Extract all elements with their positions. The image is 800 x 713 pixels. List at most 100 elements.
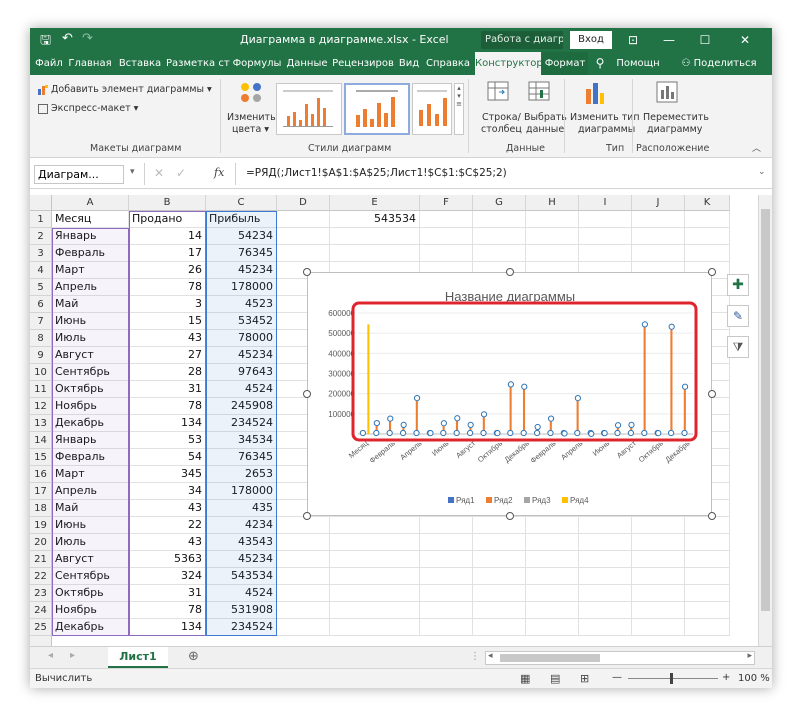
row-header[interactable]: 14: [30, 432, 52, 449]
cell-h2[interactable]: [526, 228, 579, 245]
cell-b19[interactable]: 22: [129, 517, 206, 534]
cell-f25[interactable]: [420, 619, 473, 636]
cell-j20[interactable]: [632, 534, 685, 551]
cell-i3[interactable]: [579, 245, 632, 262]
cell-a15[interactable]: Февраль: [52, 449, 129, 466]
cell-h3[interactable]: [526, 245, 579, 262]
row-header[interactable]: 6: [30, 296, 52, 313]
chart-resize-handle[interactable]: [303, 268, 311, 276]
series-selection-marker[interactable]: [561, 430, 568, 437]
cell-a1[interactable]: Месяц: [52, 211, 129, 228]
horizontal-scroll-thumb[interactable]: [500, 654, 600, 662]
legend-entry-ряд1[interactable]: Ряд1: [456, 496, 475, 505]
cell-a24[interactable]: Ноябрь: [52, 602, 129, 619]
cell-a14[interactable]: Январь: [52, 432, 129, 449]
series-selection-marker[interactable]: [547, 415, 555, 422]
zoom-out-button[interactable]: —: [612, 672, 622, 683]
cell-b4[interactable]: 26: [129, 262, 206, 279]
enter-icon[interactable]: ✓: [176, 166, 186, 180]
cell-h22[interactable]: [526, 568, 579, 585]
cell-b13[interactable]: 134: [129, 415, 206, 432]
cell-e1[interactable]: 543534: [330, 211, 420, 228]
cell-k24[interactable]: [685, 602, 730, 619]
cell-b15[interactable]: 54: [129, 449, 206, 466]
cell-c9[interactable]: 45234: [206, 347, 277, 364]
cell-c24[interactable]: 531908: [206, 602, 277, 619]
series-selection-marker[interactable]: [386, 429, 393, 437]
cell-a5[interactable]: Апрель: [52, 279, 129, 296]
select-data-label-2[interactable]: данные: [526, 124, 564, 135]
cell-b8[interactable]: 43: [129, 330, 206, 347]
normal-view-icon[interactable]: ▦: [520, 672, 530, 685]
select-data-label-1[interactable]: Выбрать: [524, 112, 567, 123]
change-chart-type-label-1[interactable]: Изменить тип: [570, 112, 640, 123]
cell-g25[interactable]: [473, 619, 526, 636]
column-header-i[interactable]: I: [579, 195, 632, 211]
series-selection-marker[interactable]: [614, 429, 621, 437]
series-selection-marker[interactable]: [547, 429, 554, 437]
cell-d2[interactable]: [277, 228, 330, 245]
cell-h21[interactable]: [526, 551, 579, 568]
zoom-slider-thumb[interactable]: [670, 673, 673, 684]
share-button[interactable]: ⚇ Поделиться: [670, 52, 768, 75]
chart-resize-handle[interactable]: [303, 390, 311, 398]
series-selection-marker[interactable]: [507, 429, 514, 437]
column-header-c[interactable]: C: [206, 195, 277, 211]
series-selection-marker[interactable]: [480, 411, 488, 418]
cell-c20[interactable]: 43543: [206, 534, 277, 551]
cell-e22[interactable]: [330, 568, 420, 585]
cell-b16[interactable]: 345: [129, 466, 206, 483]
row-header[interactable]: 3: [30, 245, 52, 262]
change-colors-label-2[interactable]: цвета ▾: [232, 124, 269, 135]
cell-k2[interactable]: [685, 228, 730, 245]
minimize-button[interactable]: —: [654, 28, 684, 52]
vertical-scroll-thumb[interactable]: [761, 209, 770, 611]
cell-g24[interactable]: [473, 602, 526, 619]
cell-a22[interactable]: Сентябрь: [52, 568, 129, 585]
cell-a10[interactable]: Сентябрь: [52, 364, 129, 381]
cell-b21[interactable]: 5363: [129, 551, 206, 568]
cell-a16[interactable]: Март: [52, 466, 129, 483]
cell-d21[interactable]: [277, 551, 330, 568]
legend-entry-ряд2[interactable]: Ряд2: [494, 496, 513, 505]
cell-g20[interactable]: [473, 534, 526, 551]
series-selection-marker[interactable]: [373, 429, 380, 437]
cell-i1[interactable]: [579, 211, 632, 228]
series-selection-marker[interactable]: [574, 395, 581, 402]
collapse-ribbon-icon[interactable]: ︿: [752, 141, 761, 154]
cell-b25[interactable]: 134: [129, 619, 206, 636]
legend-swatch-ряд3[interactable]: [524, 497, 530, 503]
cell-f23[interactable]: [420, 585, 473, 602]
cell-c6[interactable]: 4523: [206, 296, 277, 313]
cell-d20[interactable]: [277, 534, 330, 551]
save-icon[interactable]: 🖫: [40, 31, 51, 53]
chart-object[interactable]: Название диаграммы 600000 500000 400000 3000…: [307, 272, 712, 516]
cell-c14[interactable]: 34534: [206, 432, 277, 449]
cell-f2[interactable]: [420, 228, 473, 245]
cell-c1[interactable]: Прибыль: [206, 211, 277, 228]
tab-home[interactable]: Главная: [66, 52, 114, 75]
maximize-button[interactable]: ☐: [690, 28, 720, 52]
row-header[interactable]: 15: [30, 449, 52, 466]
chart-canvas[interactable]: Название диаграммы6000005000004000003000…: [308, 273, 713, 517]
cell-a20[interactable]: Июль: [52, 534, 129, 551]
cell-b23[interactable]: 31: [129, 585, 206, 602]
series-selection-marker[interactable]: [494, 429, 501, 437]
cell-a21[interactable]: Август: [52, 551, 129, 568]
cell-a18[interactable]: Май: [52, 500, 129, 517]
row-header[interactable]: 22: [30, 568, 52, 585]
cell-k19[interactable]: [685, 517, 730, 534]
cell-c3[interactable]: 76345: [206, 245, 277, 262]
row-header[interactable]: 17: [30, 483, 52, 500]
chart-resize-handle[interactable]: [506, 268, 514, 276]
row-header[interactable]: 21: [30, 551, 52, 568]
bar-ряд2-17[interactable]: [576, 398, 579, 434]
column-header-j[interactable]: J: [632, 195, 685, 211]
cell-f22[interactable]: [420, 568, 473, 585]
cell-c5[interactable]: 178000: [206, 279, 277, 296]
row-header[interactable]: 25: [30, 619, 52, 636]
row-header[interactable]: 18: [30, 500, 52, 517]
tab-help[interactable]: Справка: [423, 52, 473, 75]
cell-f24[interactable]: [420, 602, 473, 619]
vertical-scrollbar[interactable]: [758, 195, 772, 646]
